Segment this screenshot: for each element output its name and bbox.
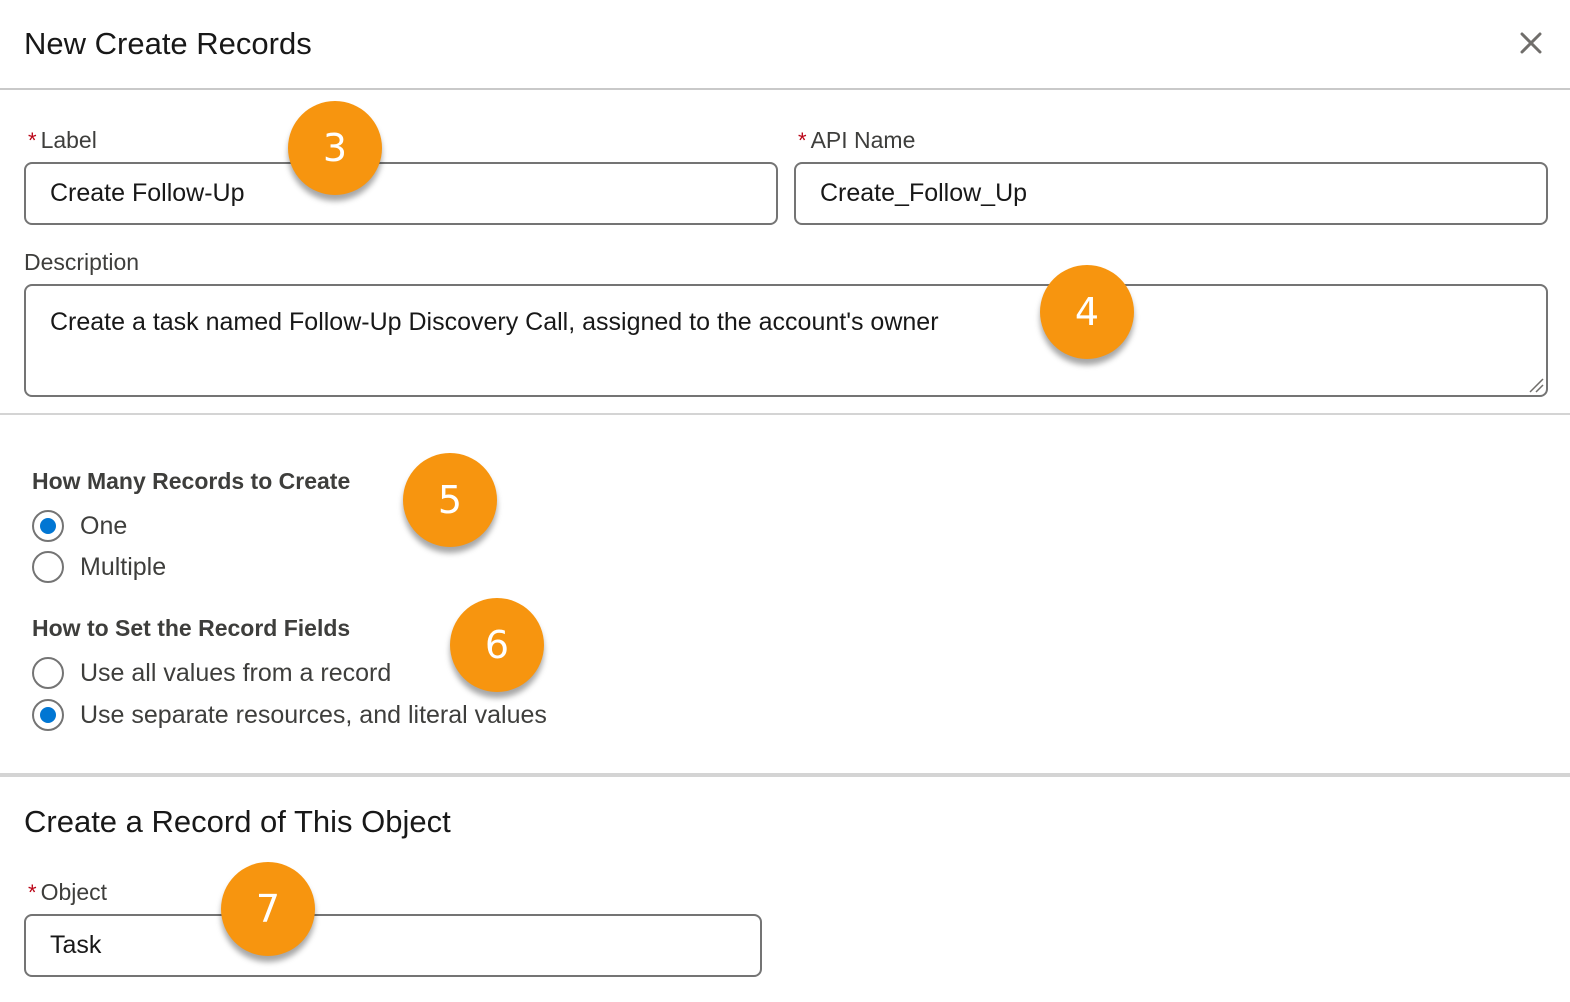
required-indicator: * <box>798 128 807 153</box>
radio-label: Multiple <box>80 552 167 581</box>
label-input[interactable] <box>24 162 778 225</box>
object-input[interactable] <box>24 914 762 977</box>
label-field-label: * Label <box>28 127 97 154</box>
radio-label: One <box>80 511 128 540</box>
modal-title: New Create Records <box>24 26 312 61</box>
description-field-label: Description <box>24 249 140 275</box>
radio-button-checked[interactable] <box>32 699 64 731</box>
section-divider <box>0 413 1570 415</box>
callout-badge: 3 <box>288 101 382 195</box>
create-records-modal: New Create Records *Label *API Name Desc… <box>0 0 1570 1002</box>
modal-header: New Create Records <box>0 0 1570 90</box>
radio-option-separate-resources[interactable]: Use separate resources, and literal valu… <box>32 698 547 732</box>
callout-badge: 7 <box>221 862 315 956</box>
how-many-legend: How Many Records to Create <box>32 468 351 494</box>
callout-badge: 4 <box>1040 265 1134 359</box>
radio-button[interactable] <box>32 657 64 689</box>
how-to-set-legend: How to Set the Record Fields <box>32 615 351 641</box>
section-divider <box>0 773 1570 777</box>
api-name-field-label-text: API Name <box>810 127 916 153</box>
close-icon <box>1520 32 1542 54</box>
api-name-input[interactable] <box>794 162 1548 225</box>
resize-handle-icon[interactable] <box>1528 377 1544 393</box>
required-indicator: * <box>28 128 37 153</box>
label-field-label-text: Label <box>40 127 97 153</box>
radio-option-one[interactable]: One <box>32 509 127 543</box>
object-field-label-text: Object <box>40 879 108 905</box>
object-section-title: Create a Record of This Object <box>24 804 451 839</box>
object-field-label: * Object <box>28 879 107 906</box>
radio-option-all-values[interactable]: Use all values from a record <box>32 656 391 690</box>
close-button[interactable] <box>1514 26 1548 60</box>
radio-option-multiple[interactable]: Multiple <box>32 550 166 584</box>
radio-button[interactable] <box>32 551 64 583</box>
radio-label: Use all values from a record <box>80 658 392 687</box>
radio-button-checked[interactable] <box>32 510 64 542</box>
radio-label: Use separate resources, and literal valu… <box>80 700 547 729</box>
api-name-field-label: * API Name <box>798 127 915 154</box>
description-textarea[interactable]: Create a task named Follow-Up Discovery … <box>24 284 1548 397</box>
required-indicator: * <box>28 880 37 905</box>
callout-badge: 5 <box>403 453 497 547</box>
callout-badge: 6 <box>450 598 544 692</box>
